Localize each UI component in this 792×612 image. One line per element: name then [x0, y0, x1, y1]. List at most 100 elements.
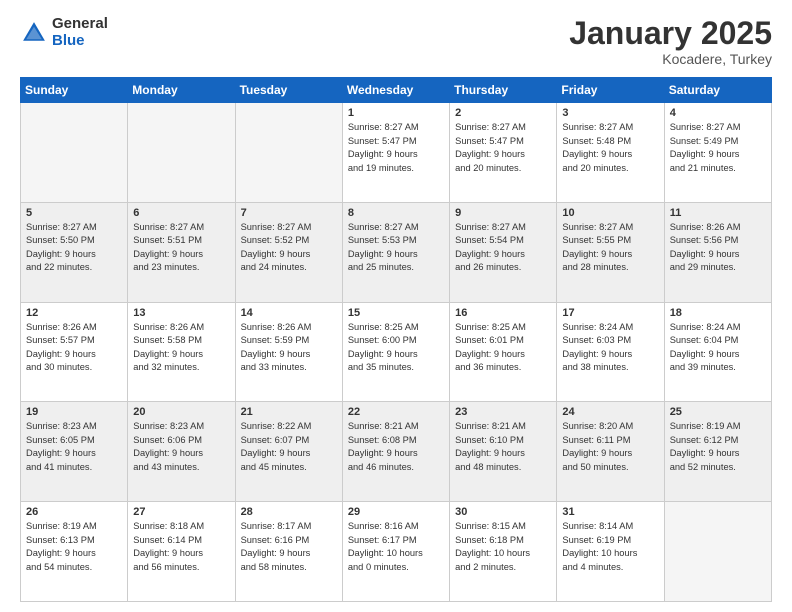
location: Kocadere, Turkey [569, 51, 772, 67]
day-number: 17 [562, 307, 658, 319]
day-info: Sunrise: 8:24 AM Sunset: 6:04 PM Dayligh… [670, 321, 766, 375]
day-number: 18 [670, 307, 766, 319]
logo-general-text: General [52, 16, 108, 33]
empty-cell [128, 103, 235, 203]
weekday-friday: Friday [557, 78, 664, 103]
day-info: Sunrise: 8:25 AM Sunset: 6:01 PM Dayligh… [455, 321, 551, 375]
header: General Blue January 2025 Kocadere, Turk… [20, 16, 772, 67]
day-info: Sunrise: 8:17 AM Sunset: 6:16 PM Dayligh… [241, 520, 337, 574]
title-section: January 2025 Kocadere, Turkey [569, 16, 772, 67]
calendar-day-18: 18 Sunrise: 8:24 AM Sunset: 6:04 PM Dayli… [664, 302, 771, 402]
day-info: Sunrise: 8:14 AM Sunset: 6:19 PM Dayligh… [562, 520, 658, 574]
day-info: Sunrise: 8:23 AM Sunset: 6:06 PM Dayligh… [133, 420, 229, 474]
logo-text: General Blue [52, 16, 108, 49]
day-number: 14 [241, 307, 337, 319]
day-number: 6 [133, 207, 229, 219]
calendar-day-20: 20 Sunrise: 8:23 AM Sunset: 6:06 PM Dayli… [128, 402, 235, 502]
day-number: 22 [348, 406, 444, 418]
day-info: Sunrise: 8:27 AM Sunset: 5:52 PM Dayligh… [241, 221, 337, 275]
calendar-day-14: 14 Sunrise: 8:26 AM Sunset: 5:59 PM Dayli… [235, 302, 342, 402]
calendar-day-23: 23 Sunrise: 8:21 AM Sunset: 6:10 PM Dayli… [450, 402, 557, 502]
day-number: 16 [455, 307, 551, 319]
weekday-saturday: Saturday [664, 78, 771, 103]
calendar-day-26: 26Sunrise: 8:19 AM Sunset: 6:13 PM Dayli… [21, 502, 128, 602]
calendar-day-22: 22 Sunrise: 8:21 AM Sunset: 6:08 PM Dayli… [342, 402, 449, 502]
calendar-day-1: 1 Sunrise: 8:27 AM Sunset: 5:47 PM Daylig… [342, 103, 449, 203]
calendar-day-10: 10 Sunrise: 8:27 AM Sunset: 5:55 PM Dayli… [557, 202, 664, 302]
calendar-day-11: 11 Sunrise: 8:26 AM Sunset: 5:56 PM Dayli… [664, 202, 771, 302]
day-info: Sunrise: 8:27 AM Sunset: 5:50 PM Dayligh… [26, 221, 122, 275]
calendar-day-24: 24Sunrise: 8:20 AM Sunset: 6:11 PM Dayli… [557, 402, 664, 502]
day-info: Sunrise: 8:27 AM Sunset: 5:48 PM Dayligh… [562, 121, 658, 175]
calendar-week-3: 19 Sunrise: 8:23 AM Sunset: 6:05 PM Dayli… [21, 402, 772, 502]
calendar-day-30: 30Sunrise: 8:15 AM Sunset: 6:18 PM Dayli… [450, 502, 557, 602]
day-info: Sunrise: 8:21 AM Sunset: 6:08 PM Dayligh… [348, 420, 444, 474]
logo-icon [20, 19, 48, 47]
weekday-header-row: SundayMondayTuesdayWednesdayThursdayFrid… [21, 78, 772, 103]
calendar-day-5: 5 Sunrise: 8:27 AM Sunset: 5:50 PM Daylig… [21, 202, 128, 302]
calendar-day-21: 21 Sunrise: 8:22 AM Sunset: 6:07 PM Dayli… [235, 402, 342, 502]
day-number: 5 [26, 207, 122, 219]
calendar-day-19: 19 Sunrise: 8:23 AM Sunset: 6:05 PM Dayli… [21, 402, 128, 502]
calendar-day-16: 16 Sunrise: 8:25 AM Sunset: 6:01 PM Dayli… [450, 302, 557, 402]
day-number: 2 [455, 107, 551, 119]
day-info: Sunrise: 8:23 AM Sunset: 6:05 PM Dayligh… [26, 420, 122, 474]
calendar-week-4: 26Sunrise: 8:19 AM Sunset: 6:13 PM Dayli… [21, 502, 772, 602]
day-info: Sunrise: 8:20 AM Sunset: 6:11 PM Dayligh… [562, 420, 658, 474]
calendar-day-12: 12Sunrise: 8:26 AM Sunset: 5:57 PM Dayli… [21, 302, 128, 402]
day-number: 7 [241, 207, 337, 219]
day-info: Sunrise: 8:26 AM Sunset: 5:56 PM Dayligh… [670, 221, 766, 275]
calendar-day-15: 15Sunrise: 8:25 AM Sunset: 6:00 PM Dayli… [342, 302, 449, 402]
day-number: 31 [562, 506, 658, 518]
day-number: 23 [455, 406, 551, 418]
calendar-day-29: 29Sunrise: 8:16 AM Sunset: 6:17 PM Dayli… [342, 502, 449, 602]
calendar-table: SundayMondayTuesdayWednesdayThursdayFrid… [20, 77, 772, 602]
calendar-day-8: 8 Sunrise: 8:27 AM Sunset: 5:53 PM Daylig… [342, 202, 449, 302]
calendar-day-9: 9 Sunrise: 8:27 AM Sunset: 5:54 PM Daylig… [450, 202, 557, 302]
day-number: 8 [348, 207, 444, 219]
day-info: Sunrise: 8:27 AM Sunset: 5:54 PM Dayligh… [455, 221, 551, 275]
day-number: 20 [133, 406, 229, 418]
calendar-week-2: 12Sunrise: 8:26 AM Sunset: 5:57 PM Dayli… [21, 302, 772, 402]
day-info: Sunrise: 8:27 AM Sunset: 5:47 PM Dayligh… [348, 121, 444, 175]
calendar-day-27: 27Sunrise: 8:18 AM Sunset: 6:14 PM Dayli… [128, 502, 235, 602]
day-info: Sunrise: 8:27 AM Sunset: 5:51 PM Dayligh… [133, 221, 229, 275]
weekday-wednesday: Wednesday [342, 78, 449, 103]
day-number: 9 [455, 207, 551, 219]
day-number: 1 [348, 107, 444, 119]
weekday-tuesday: Tuesday [235, 78, 342, 103]
day-number: 21 [241, 406, 337, 418]
month-title: January 2025 [569, 16, 772, 51]
day-number: 30 [455, 506, 551, 518]
day-info: Sunrise: 8:27 AM Sunset: 5:47 PM Dayligh… [455, 121, 551, 175]
day-info: Sunrise: 8:24 AM Sunset: 6:03 PM Dayligh… [562, 321, 658, 375]
weekday-sunday: Sunday [21, 78, 128, 103]
empty-cell [235, 103, 342, 203]
empty-cell [21, 103, 128, 203]
day-number: 25 [670, 406, 766, 418]
day-info: Sunrise: 8:19 AM Sunset: 6:13 PM Dayligh… [26, 520, 122, 574]
day-info: Sunrise: 8:18 AM Sunset: 6:14 PM Dayligh… [133, 520, 229, 574]
calendar-day-28: 28Sunrise: 8:17 AM Sunset: 6:16 PM Dayli… [235, 502, 342, 602]
calendar-day-4: 4Sunrise: 8:27 AM Sunset: 5:49 PM Daylig… [664, 103, 771, 203]
day-number: 12 [26, 307, 122, 319]
day-info: Sunrise: 8:21 AM Sunset: 6:10 PM Dayligh… [455, 420, 551, 474]
day-info: Sunrise: 8:22 AM Sunset: 6:07 PM Dayligh… [241, 420, 337, 474]
day-number: 10 [562, 207, 658, 219]
day-number: 3 [562, 107, 658, 119]
day-info: Sunrise: 8:25 AM Sunset: 6:00 PM Dayligh… [348, 321, 444, 375]
day-number: 19 [26, 406, 122, 418]
day-info: Sunrise: 8:27 AM Sunset: 5:55 PM Dayligh… [562, 221, 658, 275]
day-number: 13 [133, 307, 229, 319]
calendar-week-1: 5 Sunrise: 8:27 AM Sunset: 5:50 PM Daylig… [21, 202, 772, 302]
calendar-day-2: 2 Sunrise: 8:27 AM Sunset: 5:47 PM Daylig… [450, 103, 557, 203]
empty-cell [664, 502, 771, 602]
day-number: 11 [670, 207, 766, 219]
weekday-monday: Monday [128, 78, 235, 103]
calendar-day-7: 7 Sunrise: 8:27 AM Sunset: 5:52 PM Daylig… [235, 202, 342, 302]
calendar-day-17: 17 Sunrise: 8:24 AM Sunset: 6:03 PM Dayli… [557, 302, 664, 402]
day-info: Sunrise: 8:27 AM Sunset: 5:53 PM Dayligh… [348, 221, 444, 275]
day-info: Sunrise: 8:26 AM Sunset: 5:59 PM Dayligh… [241, 321, 337, 375]
day-number: 4 [670, 107, 766, 119]
calendar-day-13: 13Sunrise: 8:26 AM Sunset: 5:58 PM Dayli… [128, 302, 235, 402]
